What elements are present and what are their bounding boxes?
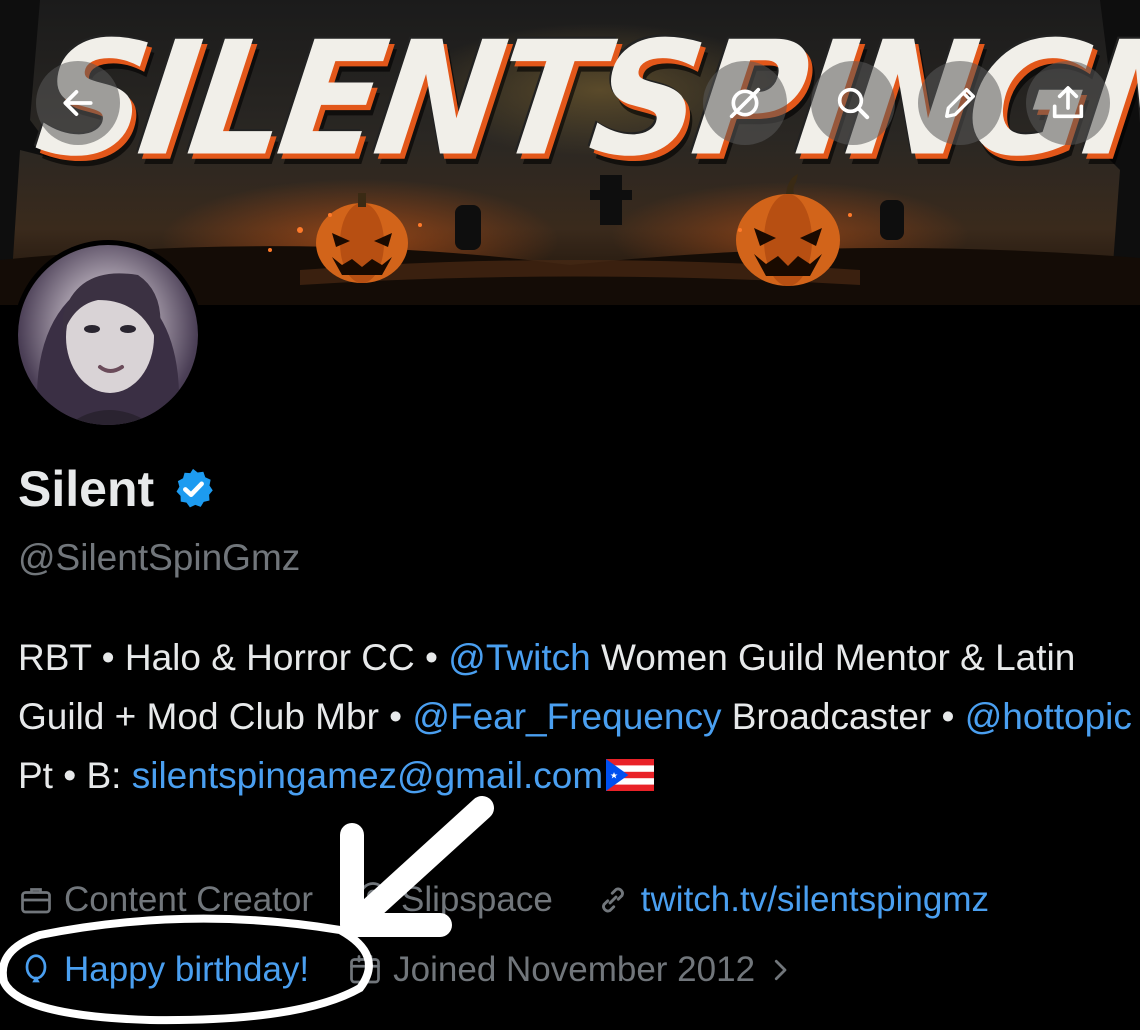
profile-name-row: Silent bbox=[18, 460, 216, 518]
tracking-icon bbox=[729, 87, 761, 119]
location-pin-icon bbox=[359, 882, 387, 916]
category-item: Content Creator bbox=[18, 880, 313, 920]
edit-button[interactable] bbox=[918, 61, 1002, 145]
avatar-photo bbox=[18, 245, 198, 425]
email-link[interactable]: silentspingamez@gmail.com bbox=[132, 755, 603, 796]
verified-badge-icon[interactable] bbox=[170, 466, 216, 512]
briefcase-icon bbox=[21, 888, 51, 914]
pumpkin-left bbox=[316, 193, 408, 283]
joined-text: Joined November 2012 bbox=[393, 950, 756, 989]
birthday-item[interactable]: Happy birthday! bbox=[18, 950, 309, 990]
avatar-portrait bbox=[36, 273, 180, 425]
website-item[interactable]: twitch.tv/silentspingmz bbox=[595, 880, 989, 920]
avatar[interactable] bbox=[13, 240, 203, 430]
share-button[interactable] bbox=[1026, 61, 1110, 145]
mention-fear-frequency-link[interactable]: @Fear_Frequency bbox=[412, 696, 721, 737]
balloon-icon bbox=[25, 954, 47, 983]
mention-hottopic-link[interactable]: @hottopic bbox=[965, 696, 1132, 737]
bio-text-4: Pt • B: bbox=[18, 755, 132, 796]
bio: RBT • Halo & Horror CC • @Twitch Women G… bbox=[18, 628, 1133, 805]
handle: @SilentSpinGmz bbox=[18, 537, 301, 578]
website-link[interactable]: twitch.tv/silentspingmz bbox=[641, 880, 989, 920]
share-icon bbox=[1052, 86, 1084, 119]
calendar-icon bbox=[350, 955, 380, 984]
search-button[interactable] bbox=[811, 61, 895, 145]
search-icon bbox=[837, 87, 870, 120]
back-arrow-icon bbox=[63, 90, 93, 116]
category-text: Content Creator bbox=[64, 880, 314, 919]
display-name: Silent bbox=[18, 461, 155, 517]
location-text: Slipspace bbox=[401, 880, 553, 919]
profile-meta-row-2: Happy birthday! Joined November 2012 bbox=[18, 950, 847, 990]
birthday-text[interactable]: Happy birthday! bbox=[64, 950, 309, 990]
link-icon bbox=[601, 887, 624, 913]
profile-banner[interactable]: SILENTSPINGMZ bbox=[0, 0, 1140, 305]
back-button[interactable] bbox=[36, 61, 120, 145]
location-item: Slipspace bbox=[355, 880, 553, 920]
joined-item[interactable]: Joined November 2012 bbox=[347, 950, 805, 990]
profile-meta-row-1: Content Creator Slipspace twitch.tv/sile… bbox=[18, 880, 1031, 920]
pencil-icon bbox=[945, 88, 975, 119]
tracking-button[interactable] bbox=[703, 61, 787, 145]
chevron-right-icon bbox=[774, 959, 787, 981]
bio-text-3: Broadcaster • bbox=[721, 696, 965, 737]
puerto-rico-flag-icon bbox=[606, 759, 655, 791]
mention-twitch-link[interactable]: @Twitch bbox=[448, 637, 590, 678]
bio-text-1: RBT • Halo & Horror CC • bbox=[18, 637, 449, 678]
